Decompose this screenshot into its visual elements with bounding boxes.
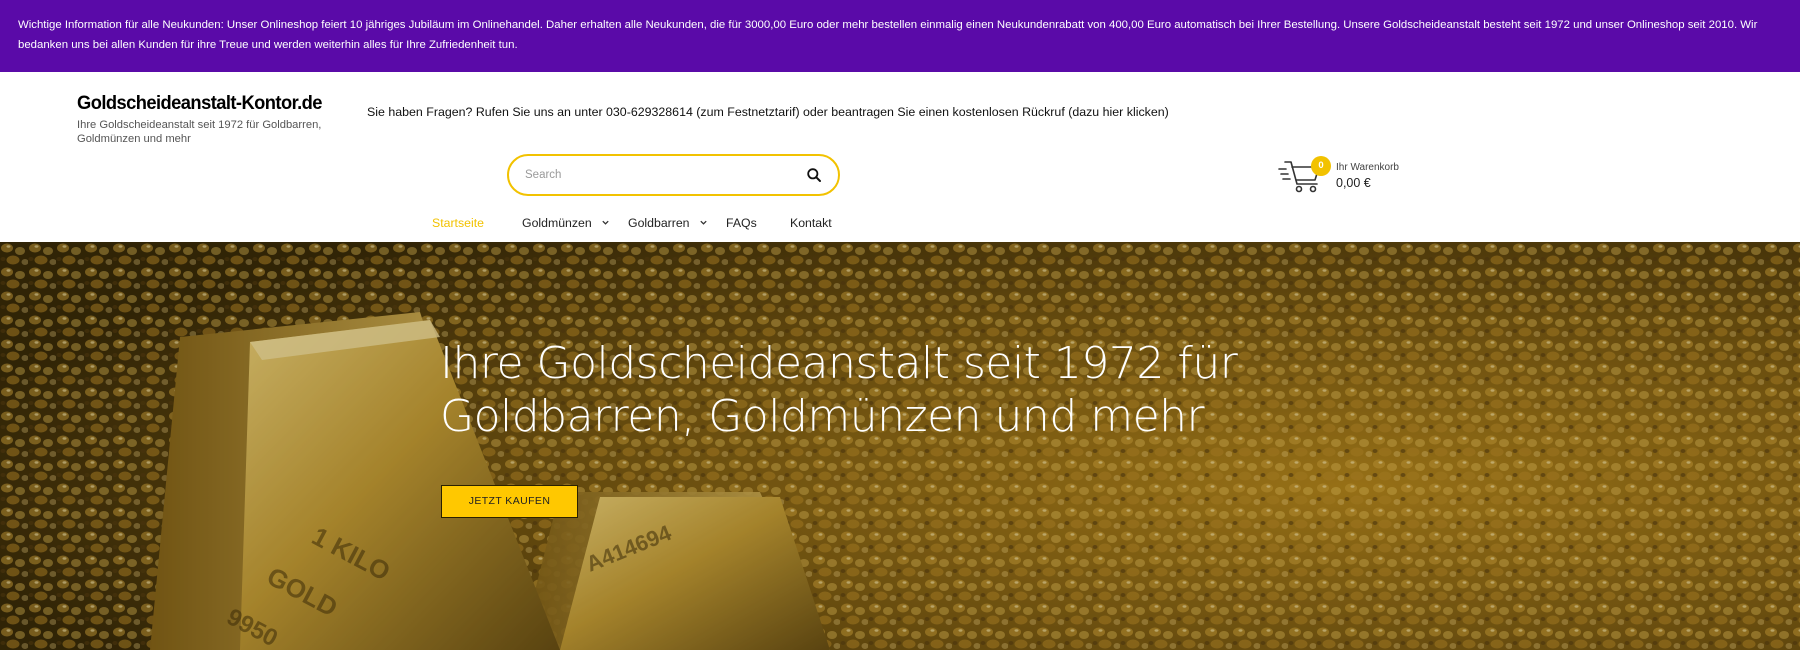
site-header: Goldscheideanstalt-Kontor.de Ihre Goldsc… [0,72,1800,242]
search-input[interactable] [525,165,795,185]
logo-title[interactable]: Goldscheideanstalt-Kontor.de [77,92,331,115]
notice-banner: Wichtige Information für alle Neukunden:… [0,0,1800,72]
search-icon[interactable] [806,167,822,183]
nav-item-label: FAQs [726,216,757,230]
chevron-down-icon [602,220,609,225]
hero-banner: 1 KILO GOLD 9950 A414694 Ihre Goldscheid… [0,242,1800,650]
hero-headline: Ihre Goldscheideanstalt seit 1972 für Go… [440,338,1238,442]
cart-total: 0,00 € [1336,176,1371,190]
nav-item-goldmuenzen[interactable]: Goldmünzen [522,216,610,230]
nav-item-goldbarren[interactable]: Goldbarren [628,216,708,230]
nav-item-startseite[interactable]: Startseite [432,216,484,230]
notice-text: Wichtige Information für alle Neukunden:… [18,19,1758,51]
chevron-down-icon [699,220,707,225]
contact-callback-link[interactable]: Sie haben Fragen? Rufen Sie uns an unter… [367,105,1169,119]
nav-item-label: Goldmünzen [522,216,592,230]
nav-item-label: Startseite [432,216,484,230]
nav-item-kontakt[interactable]: Kontakt [790,216,832,230]
search-box [507,154,840,196]
nav-item-label: Goldbarren [628,216,690,230]
logo[interactable]: Goldscheideanstalt-Kontor.de Ihre Goldsc… [77,92,347,146]
logo-tagline: Ihre Goldscheideanstalt seit 1972 für Go… [77,119,322,145]
nav-item-label: Kontakt [790,216,832,230]
nav-item-faqs[interactable]: FAQs [726,216,757,230]
cart-widget[interactable]: 0 Ihr Warenkorb 0,00 € [1277,156,1437,200]
main-nav: Startseite Goldmünzen Goldbarren FAQs Ko… [0,216,1800,238]
cart-label: Ihr Warenkorb [1336,162,1399,173]
buy-now-button[interactable]: JETZT KAUFEN [441,485,578,518]
cart-count-badge: 0 [1311,156,1331,176]
hero-overlay [0,242,1800,650]
